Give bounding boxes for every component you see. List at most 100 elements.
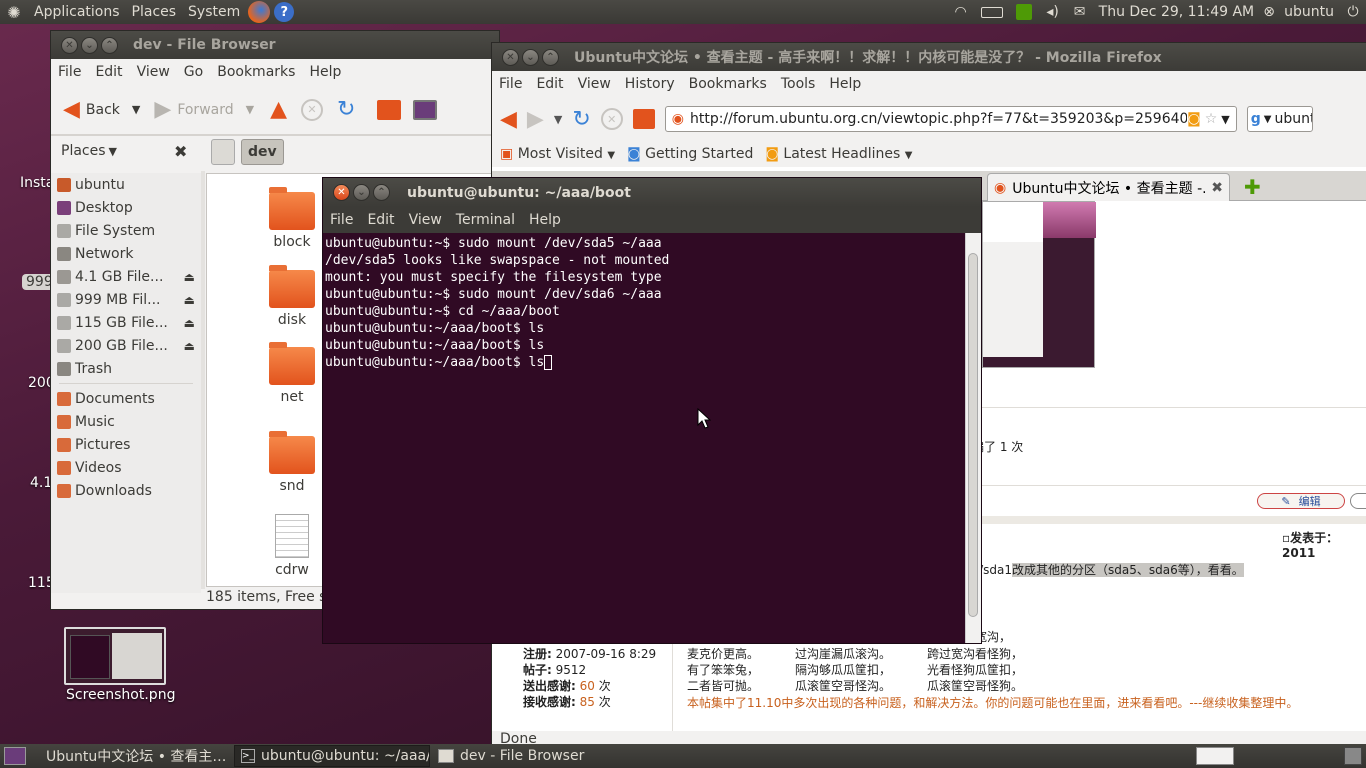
file-item-net[interactable]: net [262,342,322,405]
bm-latest-headlines[interactable]: ◙ Latest Headlines ▼ [765,146,912,162]
url-bar[interactable]: ◉ http://forum.ubuntu.org.cn/viewtopic.p… [664,106,1237,132]
term-menu-view[interactable]: View [402,212,449,228]
stop-icon[interactable]: ✕ [301,98,324,121]
task-terminal[interactable]: >_ ubuntu@ubuntu: ~/aaa/... [234,745,430,767]
close-icon[interactable]: ✕ [502,48,519,66]
search-bar[interactable]: g ▼ ubuntu [1246,106,1313,132]
terminal-scrollbar[interactable] [965,233,981,643]
google-icon[interactable]: g [1251,111,1261,127]
menu-places[interactable]: Places [126,4,183,20]
minimize-icon[interactable]: ⌄ [522,48,539,66]
bm-getting-started[interactable]: ◙ Getting Started [627,146,753,162]
fb-menu-go[interactable]: Go [177,64,210,80]
back-arrow-icon[interactable]: ◀ [63,97,80,122]
edit-post-button[interactable]: ✎ 编辑 [1257,493,1345,509]
fb-menu-edit[interactable]: Edit [88,64,129,80]
embedded-screenshot[interactable] [982,201,1096,368]
home-icon[interactable] [377,99,402,120]
sidebar-item[interactable]: Network [51,242,201,265]
url-dropdown-icon[interactable]: ▼ [1221,113,1229,126]
tab-forum[interactable]: ◉ Ubuntu中文论坛 • 查看主题 -... ✖ [987,173,1230,201]
search-engine-dropdown-icon[interactable]: ▼ [1264,114,1272,125]
bookmark-item[interactable]: Videos [51,456,201,479]
term-menu-terminal[interactable]: Terminal [449,212,522,228]
screenshot-label[interactable]: Screenshot.png [66,687,175,703]
update-icon[interactable] [1009,4,1039,20]
search-input[interactable]: ubuntu [1274,111,1311,127]
file-item-snd[interactable]: snd [262,431,322,494]
ff-menu-file[interactable]: File [492,76,529,92]
fb-menu-file[interactable]: File [51,64,88,80]
bookmark-item[interactable]: Music [51,410,201,433]
reload-icon[interactable]: ↻ [572,107,590,132]
task-firefox[interactable]: Ubuntu中文论坛 • 查看主… [34,745,232,767]
mail-icon[interactable]: ✉ [1067,4,1093,20]
file-item-block[interactable]: block [262,187,322,250]
help-icon[interactable]: ? [274,2,295,22]
terminal-titlebar[interactable]: ✕ ⌄ ⌃ ubuntu@ubuntu: ~/aaa/boot [323,178,981,207]
battery-icon[interactable] [975,6,1009,18]
up-arrow-icon[interactable]: ▲ [270,97,287,122]
ff-menu-edit[interactable]: Edit [529,76,570,92]
user-name[interactable]: ubuntu [1278,4,1340,20]
minimize-icon[interactable]: ⌄ [353,184,370,201]
close-icon[interactable]: ✕ [61,36,78,54]
show-desktop-icon[interactable] [4,747,26,765]
scrollbar-thumb[interactable] [968,253,978,617]
eject-icon[interactable]: ⏏ [184,270,195,284]
trash-icon[interactable] [1344,747,1362,765]
new-tab-icon[interactable]: ✚ [1244,175,1261,199]
file-item-disk[interactable]: disk [262,265,322,328]
reload-icon[interactable]: ↻ [337,97,355,122]
term-menu-file[interactable]: File [323,212,360,228]
terminal-output[interactable]: ubuntu@ubuntu:~$ sudo mount /dev/sda5 ~/… [323,233,965,373]
bookmark-item[interactable]: Documents [51,387,201,410]
maximize-icon[interactable]: ⌃ [101,36,118,54]
menu-applications[interactable]: Applications [28,4,126,20]
ff-menu-tools[interactable]: Tools [774,76,823,92]
close-icon[interactable]: ✕ [333,184,350,201]
sidebar-item[interactable]: Desktop [51,196,201,219]
desktop-label-4-1[interactable]: 4.1 [30,475,52,491]
minimize-icon[interactable]: ⌄ [81,36,98,54]
term-menu-help[interactable]: Help [522,212,568,228]
drive-crumb-icon[interactable] [211,139,235,165]
sidebar-item[interactable]: File System [51,219,201,242]
file-browser-titlebar[interactable]: ✕ ⌄ ⌃ dev - File Browser [51,31,499,59]
back-button[interactable]: Back [86,102,120,118]
bm-most-visited[interactable]: ▣ Most Visited ▼ [500,146,615,162]
eject-icon[interactable]: ⏏ [184,293,195,307]
eject-icon[interactable]: ⏏ [184,316,195,330]
computer-icon[interactable] [413,99,438,120]
terminal-screen[interactable]: ubuntu@ubuntu:~$ sudo mount /dev/sda5 ~/… [323,233,965,643]
close-sidebar-icon[interactable]: ✖ [174,142,187,161]
power-icon[interactable]: ⏻ [1340,4,1366,20]
term-menu-edit[interactable]: Edit [360,212,401,228]
bookmark-item[interactable]: Downloads [51,479,201,502]
rss-icon[interactable]: ◙ [1187,111,1201,127]
ff-menu-history[interactable]: History [618,76,682,92]
task-file-browser[interactable]: dev - File Browser [432,745,622,767]
sidebar-item[interactable]: 999 MB Fil... ⏏ [51,288,201,311]
fb-menu-view[interactable]: View [130,64,177,80]
firefox-launcher-icon[interactable] [248,1,271,23]
sidebar-item[interactable]: ubuntu [51,173,201,196]
ff-menu-bookmarks[interactable]: Bookmarks [682,76,774,92]
tab-close-icon[interactable]: ✖ [1211,180,1223,196]
fb-menu-help[interactable]: Help [302,64,348,80]
maximize-icon[interactable]: ⌃ [542,48,559,66]
stop-icon[interactable]: ✕ [600,108,623,130]
bookmark-item[interactable]: Pictures [51,433,201,456]
ff-menu-view[interactable]: View [571,76,618,92]
sidebar-item[interactable]: 4.1 GB File... ⏏ [51,265,201,288]
workspace-switcher[interactable] [1196,747,1234,765]
ubuntu-logo-icon[interactable]: ✺ [0,3,28,22]
places-chevron-down-icon[interactable]: ▼ [109,145,117,158]
bookmark-star-icon[interactable]: ☆ [1205,111,1218,127]
forward-dropdown-icon[interactable]: ▼ [246,103,254,116]
file-item-cdrw[interactable]: cdrw [262,514,322,578]
crumb-dev[interactable]: dev [241,139,284,165]
sidebar-item[interactable]: Trash [51,357,201,380]
user-icon[interactable]: ⊗ [1260,4,1278,20]
firefox-titlebar[interactable]: ✕ ⌄ ⌃ Ubuntu中文论坛 • 查看主题 - 高手来啊！！求解！！内核可能… [492,43,1366,71]
